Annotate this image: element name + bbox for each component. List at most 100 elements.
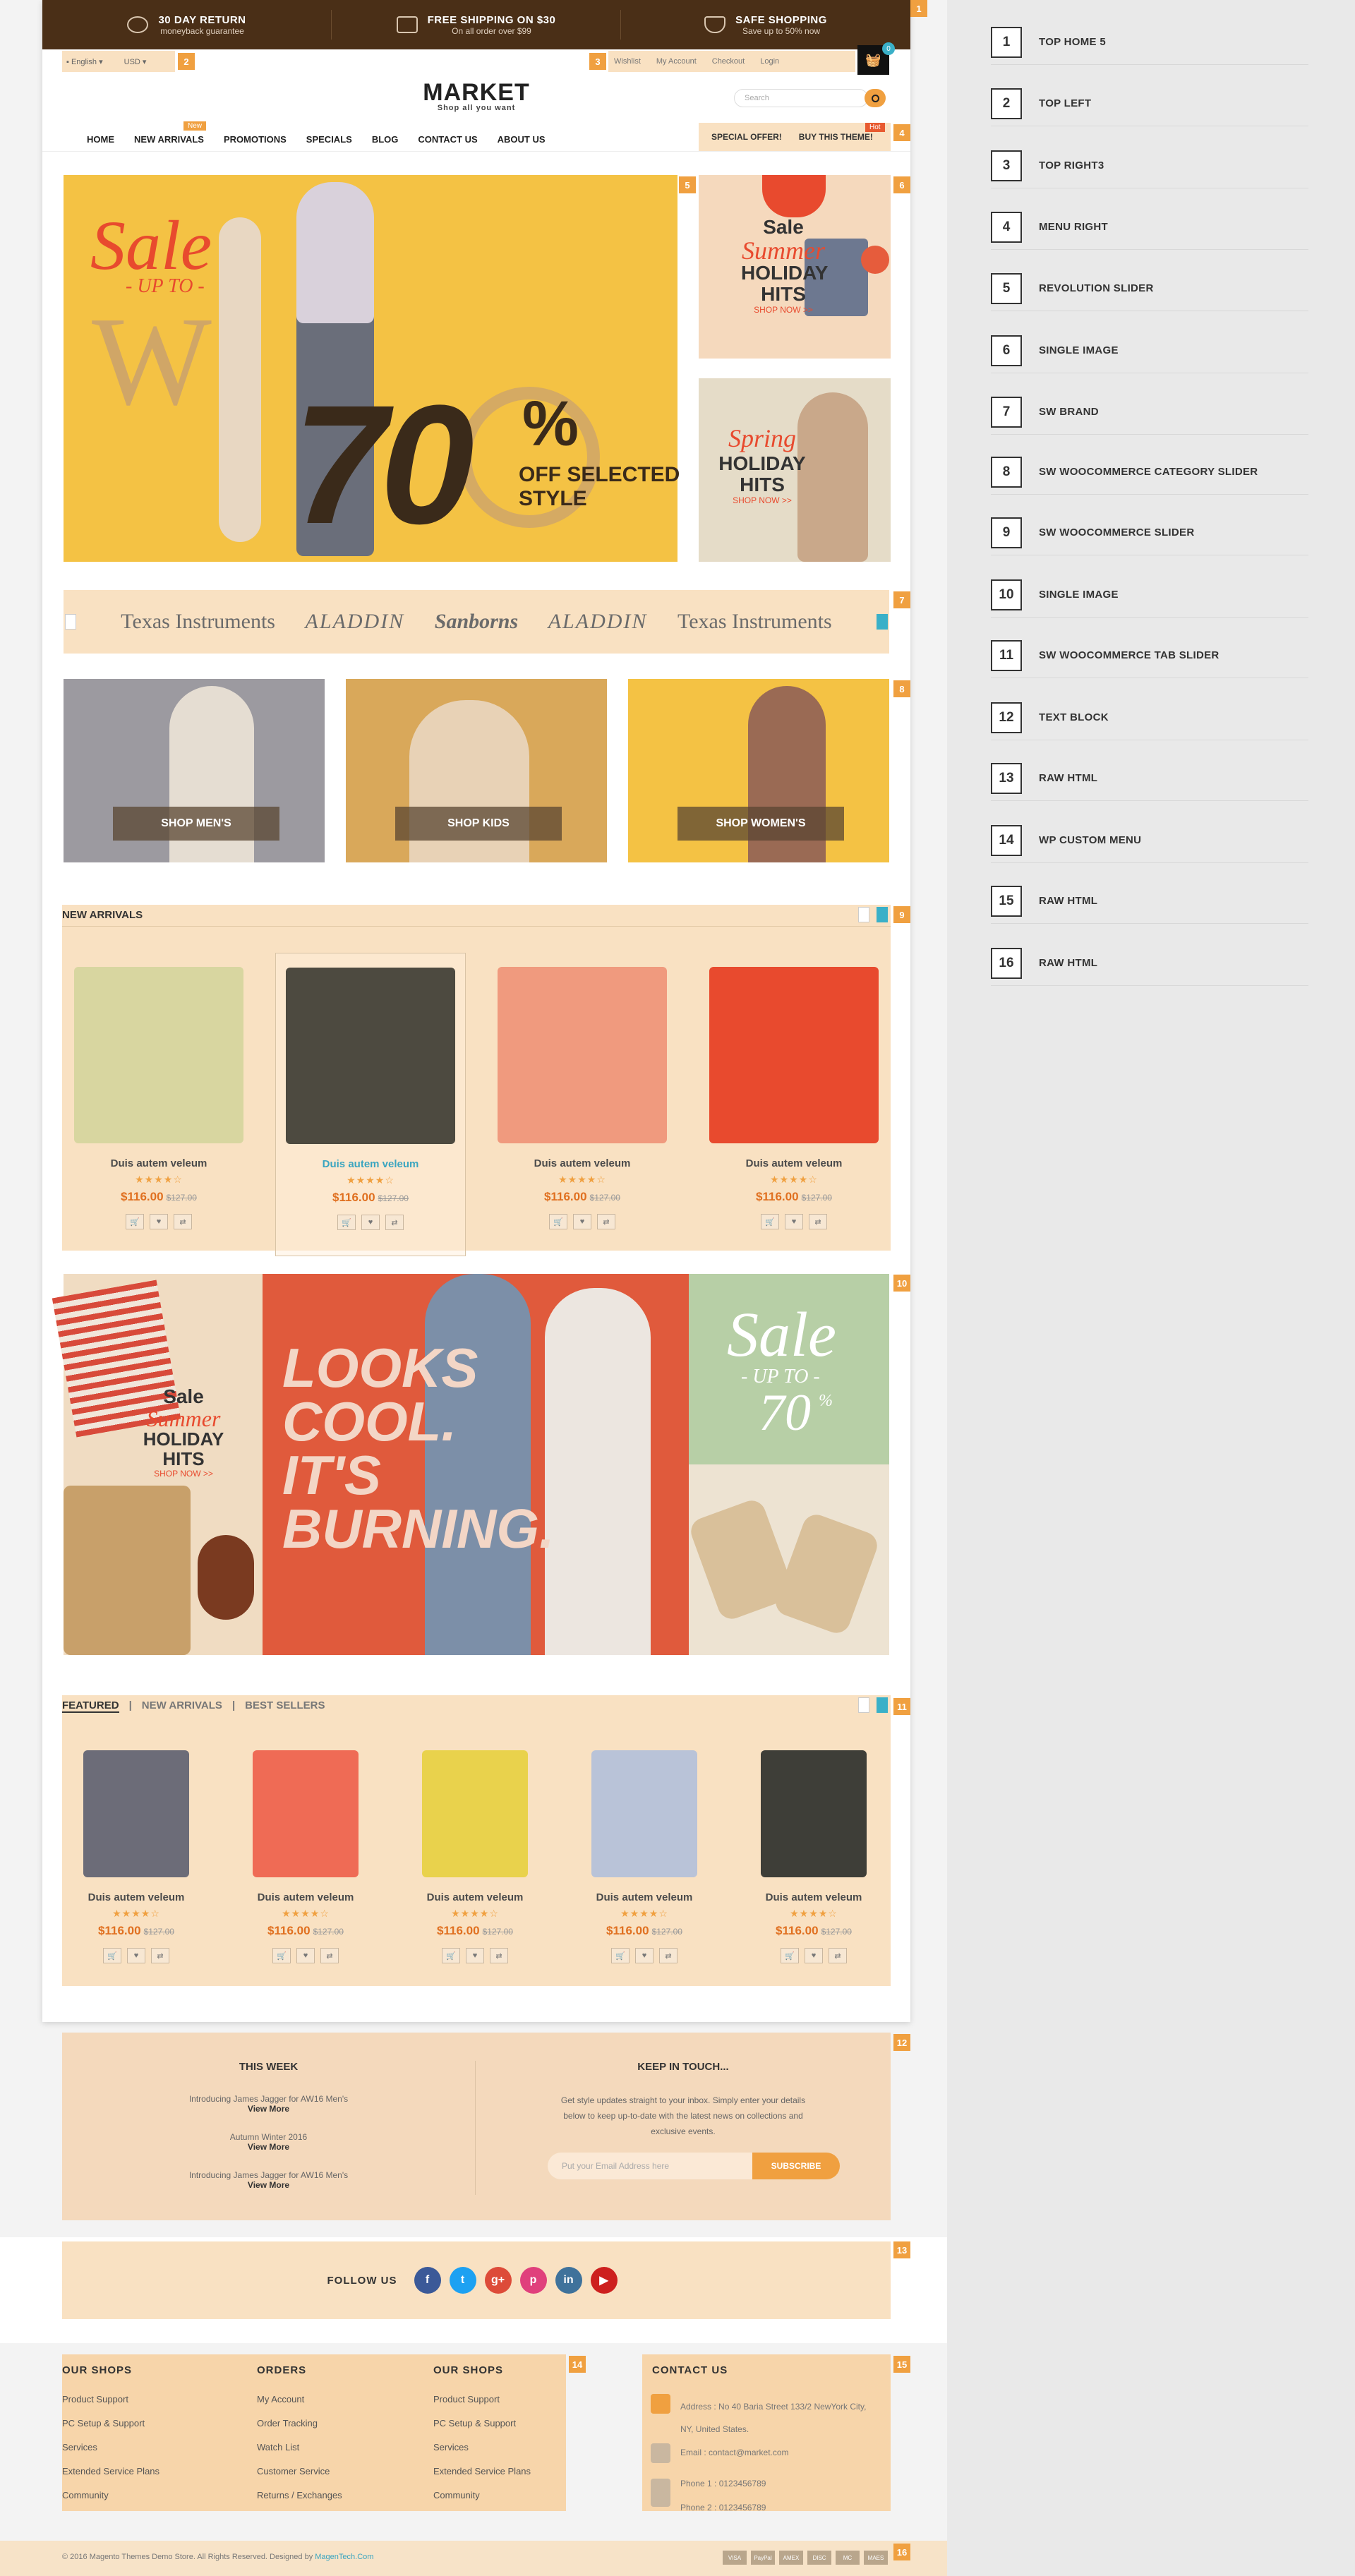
prev-button[interactable] (858, 907, 869, 922)
footer-link[interactable]: Product Support (433, 2388, 531, 2412)
special-offer-link[interactable]: SPECIAL OFFER! (711, 132, 782, 142)
product-name[interactable]: Duis autem veleum (718, 1891, 909, 1903)
footer-link[interactable]: Community (433, 2484, 531, 2508)
product-image[interactable] (591, 1750, 697, 1877)
product-card[interactable]: Duis autem veleum ★★★★☆ $116.00 $127.00 🛒… (549, 1736, 740, 1983)
logo[interactable]: MARKET Shop all you want (395, 79, 558, 112)
brand-next-button[interactable] (877, 614, 888, 630)
product-card[interactable]: Duis autem veleum ★★★★☆ $116.00 $127.00 🛒… (380, 1736, 570, 1983)
add-to-cart-button[interactable]: 🛒 (611, 1948, 630, 1963)
product-name[interactable]: Duis autem veleum (210, 1891, 401, 1903)
add-to-cart-button[interactable]: 🛒 (442, 1948, 460, 1963)
wishlist-button[interactable]: ♥ (466, 1948, 484, 1963)
brand-logo[interactable]: Sanborns (435, 610, 518, 634)
compare-button[interactable]: ⇄ (151, 1948, 169, 1963)
add-to-cart-button[interactable]: 🛒 (761, 1214, 779, 1229)
footer-link[interactable]: Order Tracking (257, 2412, 342, 2436)
product-card[interactable]: Duis autem veleum ★★★★☆ $116.00 $127.00 🛒… (699, 953, 889, 1256)
add-to-cart-button[interactable]: 🛒 (103, 1948, 121, 1963)
product-image[interactable] (286, 968, 455, 1144)
compare-button[interactable]: ⇄ (597, 1214, 615, 1229)
compare-button[interactable]: ⇄ (829, 1948, 847, 1963)
footer-link[interactable]: Services (62, 2436, 159, 2460)
sb1-cta[interactable]: SHOP NOW >> (741, 305, 826, 315)
product-card[interactable]: Duis autem veleum ★★★★☆ $116.00 $127.00 🛒… (210, 1736, 401, 1983)
sb2-cta[interactable]: SHOP NOW >> (713, 495, 812, 505)
login-link[interactable]: Login (760, 57, 779, 66)
tab-featured[interactable]: FEATURED (62, 1699, 119, 1713)
brand-logo[interactable]: Texas Instruments (121, 610, 275, 634)
shop-women-button[interactable]: SHOP WOMEN'S (678, 807, 844, 841)
brand-logo[interactable]: ALADDIN (306, 610, 405, 634)
wishlist-link[interactable]: Wishlist (614, 57, 641, 66)
product-name[interactable]: Duis autem veleum (487, 1157, 678, 1169)
footer-link[interactable]: Customer Service (257, 2460, 342, 2484)
wishlist-button[interactable]: ♥ (805, 1948, 823, 1963)
product-card[interactable]: Duis autem veleum ★★★★☆ $116.00 $127.00 🛒… (41, 1736, 231, 1983)
brand-logo[interactable]: Texas Instruments (678, 610, 832, 634)
shop-men-button[interactable]: SHOP MEN'S (113, 807, 279, 841)
nav-new-arrivals[interactable]: NEW ARRIVALS (134, 134, 204, 145)
compare-button[interactable]: ⇄ (385, 1215, 404, 1230)
wishlist-button[interactable]: ♥ (573, 1214, 591, 1229)
product-name[interactable]: Duis autem veleum (380, 1891, 570, 1903)
footer-link[interactable]: Product Support (62, 2388, 159, 2412)
subscribe-button[interactable]: SUBSCRIBE (752, 2153, 840, 2179)
footer-link[interactable]: PC Setup & Support (433, 2412, 531, 2436)
checkout-link[interactable]: Checkout (712, 57, 745, 66)
shop-kids-button[interactable]: SHOP KIDS (395, 807, 562, 841)
product-name[interactable]: Duis autem veleum (699, 1157, 889, 1169)
compare-button[interactable]: ⇄ (490, 1948, 508, 1963)
footer-link[interactable]: Extended Service Plans (433, 2460, 531, 2484)
next-button[interactable] (877, 1697, 888, 1713)
product-image[interactable] (422, 1750, 528, 1877)
next-button[interactable] (877, 907, 888, 922)
nav-promotions[interactable]: PROMOTIONS (224, 134, 287, 145)
product-image[interactable] (709, 967, 879, 1143)
view-more-link[interactable]: View More (62, 2180, 475, 2190)
brand-prev-button[interactable] (65, 614, 76, 630)
footer-link[interactable]: PC Setup & Support (62, 2412, 159, 2436)
instagram-icon[interactable]: in (555, 2267, 582, 2294)
footer-link[interactable]: Extended Service Plans (62, 2460, 159, 2484)
footer-link[interactable]: Services (433, 2436, 531, 2460)
youtube-icon[interactable]: ▶ (590, 2267, 618, 2294)
product-image[interactable] (83, 1750, 189, 1877)
search-input[interactable]: Search (734, 89, 868, 107)
product-name[interactable]: Duis autem veleum (64, 1157, 254, 1169)
language-select[interactable]: ▪ English ▾ (66, 57, 103, 66)
wishlist-button[interactable]: ♥ (785, 1214, 803, 1229)
footer-link[interactable]: Community (62, 2484, 159, 2508)
wishlist-button[interactable]: ♥ (635, 1948, 654, 1963)
nav-about[interactable]: ABOUT US (498, 134, 546, 145)
facebook-icon[interactable]: f (414, 2267, 441, 2294)
footer-link[interactable]: Watch List (257, 2436, 342, 2460)
view-more-link[interactable]: View More (62, 2104, 475, 2114)
product-name[interactable]: Duis autem veleum (41, 1891, 231, 1903)
brand-logo[interactable]: ALADDIN (548, 610, 648, 634)
designer-link[interactable]: MagenTech.Com (315, 2553, 373, 2561)
nav-blog[interactable]: BLOG (372, 134, 399, 145)
ml-cta[interactable]: SHOP NOW >> (141, 1469, 226, 1479)
wishlist-button[interactable]: ♥ (127, 1948, 145, 1963)
google-plus-icon[interactable]: g+ (484, 2267, 512, 2294)
footer-link[interactable]: My Account (257, 2388, 342, 2412)
product-card[interactable]: Duis autem veleum ★★★★☆ $116.00 $127.00 🛒… (64, 953, 254, 1256)
product-name[interactable]: Duis autem veleum (276, 1158, 465, 1170)
add-to-cart-button[interactable]: 🛒 (337, 1215, 356, 1230)
view-more-link[interactable]: View More (62, 2142, 475, 2152)
add-to-cart-button[interactable]: 🛒 (126, 1214, 144, 1229)
twitter-icon[interactable]: t (449, 2267, 476, 2294)
search-button[interactable] (865, 89, 886, 107)
wishlist-button[interactable]: ♥ (150, 1214, 168, 1229)
compare-button[interactable]: ⇄ (320, 1948, 339, 1963)
footer-link[interactable]: Returns / Exchanges (257, 2484, 342, 2508)
email-input[interactable]: Put your Email Address here (548, 2153, 752, 2179)
compare-button[interactable]: ⇄ (174, 1214, 192, 1229)
dribbble-icon[interactable]: p (519, 2267, 547, 2294)
product-card[interactable]: Duis autem veleum ★★★★☆ $116.00 $127.00 🛒… (275, 953, 466, 1256)
add-to-cart-button[interactable]: 🛒 (272, 1948, 291, 1963)
product-card[interactable]: Duis autem veleum ★★★★☆ $116.00 $127.00 🛒… (718, 1736, 909, 1983)
product-image[interactable] (253, 1750, 359, 1877)
prev-button[interactable] (858, 1697, 869, 1713)
